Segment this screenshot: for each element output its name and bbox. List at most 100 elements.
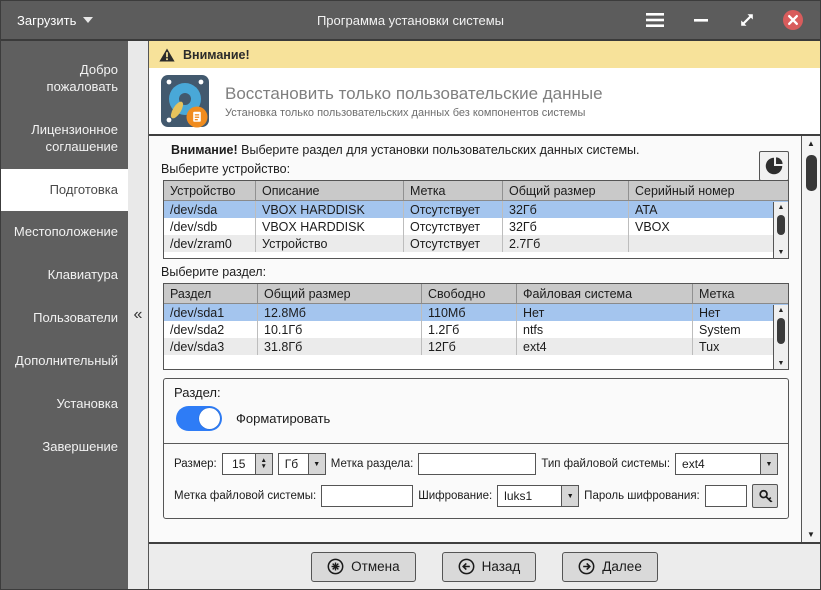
device-select-label: Выберите устройство: xyxy=(161,162,291,176)
sidebar-item-license[interactable]: Лицензионное соглашение xyxy=(1,109,128,169)
cell: 12Гб xyxy=(422,338,517,355)
page-header-text: Восстановить только пользовательские дан… xyxy=(225,84,603,119)
table-empty-space xyxy=(164,355,788,369)
cell: 32Гб xyxy=(503,218,629,235)
table-row[interactable]: /dev/sda3 31.8Гб 12Гб ext4 Tux xyxy=(164,338,788,355)
cell: Нет xyxy=(517,304,693,321)
minimize-icon[interactable] xyxy=(690,9,712,31)
cell: Устройство xyxy=(256,235,404,252)
spin-down-icon[interactable]: ▼ xyxy=(261,463,267,470)
partition-label-input[interactable] xyxy=(418,453,537,475)
scrollbar-thumb[interactable] xyxy=(805,155,817,191)
page-subtitle: Установка только пользовательских данных… xyxy=(225,106,586,119)
chevron-down-icon[interactable]: ▼ xyxy=(760,454,777,474)
cell: /dev/sda1 xyxy=(164,304,258,321)
cancel-button[interactable]: Отмена xyxy=(311,551,416,582)
cell: 12.8Мб xyxy=(258,304,422,321)
fs-label-label: Метка файловой системы: xyxy=(174,490,317,502)
window-controls xyxy=(644,9,804,31)
generate-password-button[interactable] xyxy=(752,484,778,508)
maximize-icon[interactable] xyxy=(736,9,758,31)
partition-table: Раздел Общий размер Свободно Файловая си… xyxy=(163,283,789,370)
sidebar-item-users[interactable]: Пользователи xyxy=(1,297,128,340)
sidebar-item-preparation[interactable]: Подготовка xyxy=(1,168,128,212)
sidebar-item-finish[interactable]: Завершение xyxy=(1,426,128,469)
partition-table-scrollbar[interactable]: ▲ ▼ xyxy=(773,305,788,369)
size-stepper[interactable]: ▲ ▼ xyxy=(255,453,273,475)
fs-type-dropdown[interactable]: ext4 ▼ xyxy=(675,453,778,475)
table-row[interactable]: /dev/sda1 12.8Мб 110Мб Нет Нет xyxy=(164,304,788,321)
back-button-label: Назад xyxy=(481,559,521,574)
warning-triangle-icon xyxy=(159,48,175,61)
cell: 2.7Гб xyxy=(503,235,629,252)
close-icon[interactable] xyxy=(782,9,804,31)
partition-label-label: Метка раздела: xyxy=(330,458,414,470)
size-label: Размер: xyxy=(174,458,217,470)
sidebar-item-keyboard[interactable]: Клавиатура xyxy=(1,254,128,297)
scroll-up-icon[interactable]: ▲ xyxy=(778,202,785,213)
encryption-dropdown[interactable]: luks1 ▼ xyxy=(497,485,580,507)
sidebar-item-additional[interactable]: Дополнительный xyxy=(1,340,128,383)
size-unit-value: Гб xyxy=(284,457,299,471)
encryption-label: Шифрование: xyxy=(418,490,493,502)
back-button[interactable]: Назад xyxy=(441,551,537,582)
table-row[interactable]: /dev/sda VBOX HARDDISK Отсутствует 32Гб … xyxy=(164,201,788,218)
next-arrow-icon xyxy=(578,558,595,575)
column-header: Общий размер xyxy=(503,181,629,200)
scrollbar-thumb[interactable] xyxy=(777,318,785,344)
table-row[interactable]: /dev/sda2 10.1Гб 1.2Гб ntfs System xyxy=(164,321,788,338)
cell: 31.8Гб xyxy=(258,338,422,355)
cell: VBOX HARDDISK xyxy=(256,201,404,218)
chevron-down-icon[interactable]: ▼ xyxy=(561,486,579,506)
cell: /dev/sdb xyxy=(164,218,256,235)
fs-label-input[interactable] xyxy=(321,485,414,507)
scroll-up-icon[interactable]: ▲ xyxy=(778,305,785,316)
next-button[interactable]: Далее xyxy=(562,551,658,582)
size-row: Размер: 15 ▲ ▼ Гб ▼ Метка раздела: Тип ф… xyxy=(174,453,778,475)
content-scrollbar[interactable]: ▲ ▼ xyxy=(801,136,820,542)
cell: Отсутствует xyxy=(404,235,503,252)
sidebar-item-welcome[interactable]: Добро пожаловать xyxy=(1,49,128,109)
partition-group-label: Раздел: xyxy=(174,385,221,400)
scrollbar-thumb[interactable] xyxy=(777,215,785,235)
toggle-knob xyxy=(199,408,220,429)
hard-disk-icon xyxy=(161,75,209,128)
cancel-button-label: Отмена xyxy=(351,559,400,574)
load-menu-label: Загрузить xyxy=(17,12,77,28)
installer-window: Загрузить Программа установки системы До… xyxy=(0,0,821,590)
warning-banner: Внимание! xyxy=(149,41,820,68)
encryption-password-input[interactable] xyxy=(704,485,747,507)
column-header: Устройство xyxy=(164,181,256,200)
sidebar-item-location[interactable]: Местоположение xyxy=(1,211,128,254)
chevron-down-icon xyxy=(83,17,94,23)
column-header: Метка xyxy=(404,181,503,200)
load-menu-button[interactable]: Загрузить xyxy=(17,12,94,28)
cell: Отсутствует xyxy=(404,201,503,218)
chevron-down-icon[interactable]: ▼ xyxy=(307,454,325,474)
sidebar-collapse-gutter: « xyxy=(128,41,149,589)
disk-usage-button[interactable] xyxy=(759,151,789,181)
menu-hamburger-icon[interactable] xyxy=(644,9,666,31)
column-header: Серийный номер xyxy=(635,183,735,198)
table-row[interactable]: /dev/sdb VBOX HARDDISK Отсутствует 32Гб … xyxy=(164,218,788,235)
warning-banner-label: Внимание! xyxy=(183,47,250,62)
scroll-down-icon[interactable]: ▼ xyxy=(807,527,815,542)
size-unit-dropdown[interactable]: Гб ▼ xyxy=(277,453,326,475)
device-table: Устройство Описание Метка Общий размер С… xyxy=(163,180,789,259)
titlebar: Загрузить Программа установки системы xyxy=(1,1,820,41)
column-header: Свободно xyxy=(422,284,517,303)
scroll-down-icon[interactable]: ▼ xyxy=(778,358,785,369)
format-toggle[interactable] xyxy=(176,406,222,431)
size-spinner: 15 ▲ ▼ xyxy=(221,453,273,475)
scroll-up-icon[interactable]: ▲ xyxy=(807,136,815,151)
size-value[interactable]: 15 xyxy=(221,453,256,475)
scroll-down-icon[interactable]: ▼ xyxy=(778,247,785,258)
device-table-scrollbar[interactable]: ▲ ▼ xyxy=(773,202,788,258)
partition-table-header: Раздел Общий размер Свободно Файловая си… xyxy=(164,284,788,304)
collapse-sidebar-icon[interactable]: « xyxy=(134,306,143,324)
next-button-label: Далее xyxy=(602,559,642,574)
sidebar-item-installation[interactable]: Установка xyxy=(1,383,128,426)
cell: VBOX xyxy=(635,219,670,234)
divider xyxy=(164,443,788,444)
table-row[interactable]: /dev/zram0 Устройство Отсутствует 2.7Гб xyxy=(164,235,788,252)
